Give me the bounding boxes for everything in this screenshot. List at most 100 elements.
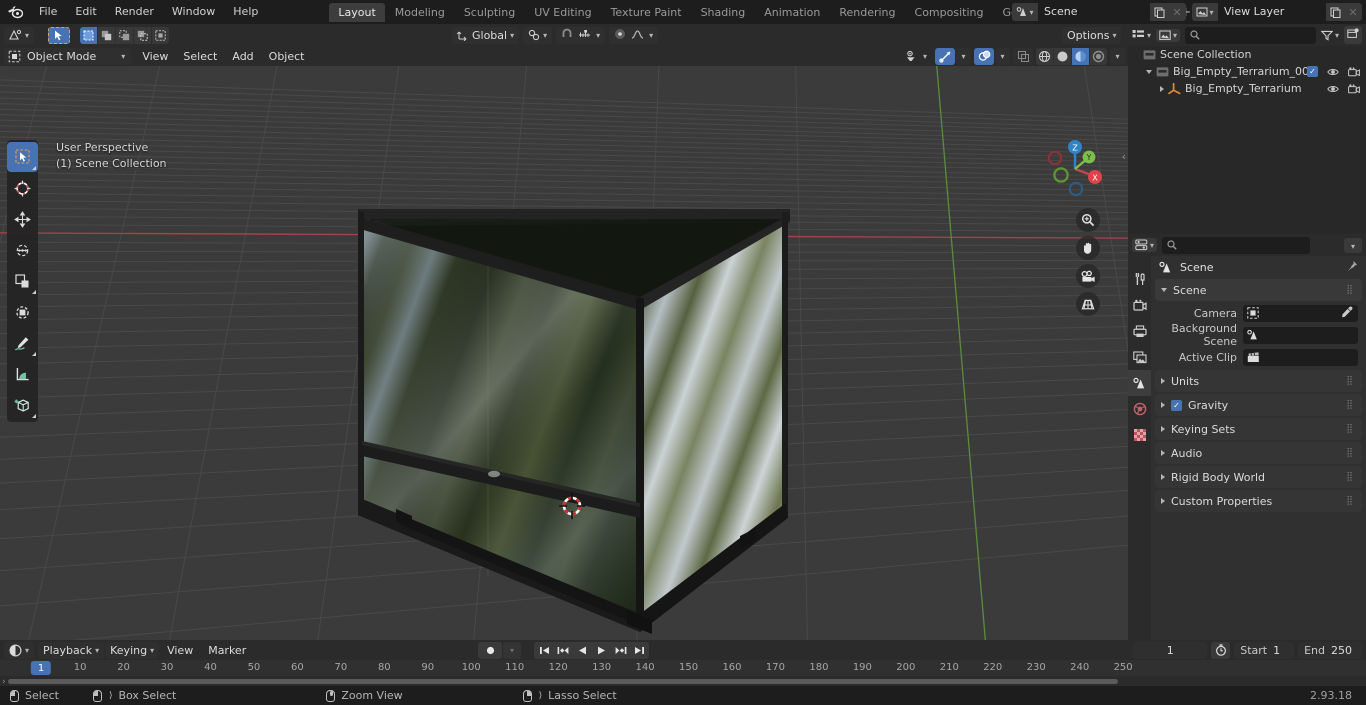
annotate-tool[interactable] (7, 328, 38, 358)
output-tab[interactable] (1128, 318, 1151, 344)
properties-search-input[interactable] (1162, 236, 1311, 254)
proportional-editing-group[interactable]: ▾ (609, 26, 659, 44)
menu-help[interactable]: Help (224, 3, 267, 21)
view-layer-selector[interactable]: ▾ View Layer ✕ (1192, 3, 1362, 21)
chevron-down-icon[interactable] (1146, 69, 1152, 74)
gizmo-icon[interactable] (935, 47, 956, 65)
timeline-menu-keying[interactable]: Keying ▾ (105, 641, 160, 659)
scene-name[interactable]: Scene (1038, 3, 1150, 21)
material-preview-icon[interactable] (1072, 47, 1090, 65)
render-tab[interactable] (1128, 292, 1151, 318)
transform-orientation-dropdown[interactable]: Global ▾ (452, 26, 520, 44)
jump-end-icon[interactable] (630, 642, 648, 659)
auto-keying-icon[interactable] (1211, 641, 1231, 659)
scene-tab[interactable] (1128, 370, 1151, 396)
workspace-tab-animation[interactable]: Animation (755, 3, 829, 22)
workspace-tab-uv-editing[interactable]: UV Editing (525, 3, 600, 22)
set-select-icon[interactable] (80, 26, 98, 44)
tweak-tool-header-icon[interactable] (48, 26, 71, 44)
horizontal-scrollbar[interactable] (8, 679, 1118, 684)
panel-header-units[interactable]: Units ⣿ (1155, 370, 1362, 392)
duplicate-icon[interactable] (1150, 3, 1168, 21)
workspace-tab-rendering[interactable]: Rendering (830, 3, 904, 22)
invert-select-icon[interactable] (134, 26, 152, 44)
snap-group[interactable]: ▾ (556, 26, 606, 44)
pivot-point-dropdown[interactable]: ▾ (523, 26, 553, 44)
funnel-icon[interactable]: ▾ (1320, 30, 1339, 41)
workspace-tab-compositing[interactable]: Compositing (906, 3, 993, 22)
workspace-tab-shading[interactable]: Shading (692, 3, 755, 22)
camera-icon[interactable] (1348, 66, 1360, 77)
record-dropdown[interactable]: ▾ (503, 641, 521, 659)
overlays-icon[interactable] (974, 47, 995, 65)
chevron-right-icon[interactable] (1160, 85, 1164, 92)
zoom-icon[interactable] (1076, 208, 1100, 232)
properties-options-dropdown[interactable]: ▾ (1343, 237, 1362, 253)
view-layer-name[interactable]: View Layer (1218, 3, 1326, 21)
workspace-tab-layout[interactable]: Layout (329, 2, 385, 22)
overlays-dropdown[interactable]: ▾ (995, 47, 1011, 65)
duplicate-icon[interactable] (1326, 3, 1344, 21)
cursor-tool[interactable] (7, 173, 38, 203)
rotate-tool[interactable] (7, 235, 38, 265)
workspace-tab-modeling[interactable]: Modeling (386, 3, 454, 22)
camera-view-icon[interactable] (1076, 264, 1100, 288)
panel-header-scene[interactable]: Scene ⣿ (1155, 279, 1362, 301)
rendered-shading-icon[interactable] (1090, 47, 1108, 65)
scene-selector[interactable]: ▾ Scene ✕ (1012, 3, 1186, 21)
measure-tool[interactable] (7, 359, 38, 389)
properties-editor[interactable]: ▾ ▾ Scene Scene ⣿ Camera Background Scen… (1128, 234, 1366, 640)
workspace-tab-texture-paint[interactable]: Texture Paint (602, 3, 691, 22)
texture-tab[interactable] (1128, 422, 1151, 448)
gravity-checkbox[interactable]: ✓ (1171, 399, 1182, 411)
eye-icon[interactable] (1327, 84, 1339, 94)
pin-icon[interactable] (1346, 260, 1358, 275)
world-tab[interactable] (1128, 396, 1151, 422)
properties-editor-icon[interactable]: ▾ (1132, 238, 1158, 252)
shading-dropdown[interactable]: ▾ (1110, 47, 1126, 65)
viewport-menu-object[interactable]: Object (262, 48, 312, 65)
outliner-row[interactable]: Big_Empty_Terrarium (1128, 80, 1366, 97)
outliner-row[interactable]: Scene Collection (1128, 46, 1366, 63)
xray-icon[interactable] (1013, 47, 1034, 65)
current-frame-field[interactable]: 1 (1133, 641, 1208, 659)
timeline-menu-playback[interactable]: Playback ▾ (38, 641, 105, 659)
play-reverse-icon[interactable] (573, 642, 591, 659)
scene-field-input[interactable] (1243, 348, 1358, 366)
snap-target-icon[interactable] (578, 28, 591, 43)
magnet-icon[interactable] (561, 28, 573, 43)
falloff-curve-icon[interactable] (631, 28, 644, 43)
end-frame-field[interactable]: End 250 (1298, 641, 1362, 659)
scene-field-input[interactable] (1243, 304, 1358, 322)
tweak-tool[interactable] (7, 142, 38, 172)
proportional-editing-icon[interactable] (614, 28, 626, 43)
options-dropdown[interactable]: Options ▾ (1062, 26, 1122, 44)
extend-select-icon[interactable] (98, 26, 116, 44)
new-collection-icon[interactable] (1344, 26, 1362, 44)
sidebar-collapse-arrow-icon[interactable]: ‹ (1122, 150, 1126, 163)
timeline-ruler[interactable]: 10 20 30 40 50 60 70 80 90 100 110 120 130 140 150 160 1… (0, 660, 1366, 676)
menu-render[interactable]: Render (106, 3, 163, 21)
filter-id-icon[interactable]: ▾ (1156, 28, 1181, 42)
add-cube-tool[interactable] (7, 390, 38, 420)
outliner-row[interactable]: Big_Empty_Terrarium_001 ✓ (1128, 63, 1366, 80)
menu-window[interactable]: Window (163, 3, 224, 21)
panel-header-custom-properties[interactable]: Custom Properties ⣿ (1155, 490, 1362, 512)
timeline-menu-marker[interactable]: Marker (201, 642, 253, 659)
move-tool[interactable] (7, 204, 38, 234)
tool-tab[interactable] (1128, 266, 1151, 292)
scene-icon[interactable]: ▾ (1012, 3, 1038, 21)
menu-edit[interactable]: Edit (66, 3, 105, 21)
prev-keyframe-icon[interactable] (554, 642, 572, 659)
intersect-select-icon[interactable] (152, 26, 170, 44)
toggle-orthographic-icon[interactable] (1076, 292, 1100, 316)
navigation-gizmo[interactable]: Z Y X (1042, 136, 1108, 202)
playhead[interactable]: 1 (30, 661, 52, 675)
timeline-editor-icon[interactable]: ▾ (4, 641, 35, 659)
scene-field-input[interactable] (1243, 326, 1358, 344)
viewport-menu-add[interactable]: Add (225, 48, 260, 65)
object-mode-dropdown[interactable]: Object Mode ▾ (4, 47, 132, 65)
outliner-display-mode-icon[interactable]: ▾ (1132, 29, 1151, 41)
menu-file[interactable]: File (30, 3, 66, 21)
outliner-editor[interactable]: ▾ ▾ ▾ Scene Collection Big_Empty_Terrariu… (1128, 24, 1366, 234)
